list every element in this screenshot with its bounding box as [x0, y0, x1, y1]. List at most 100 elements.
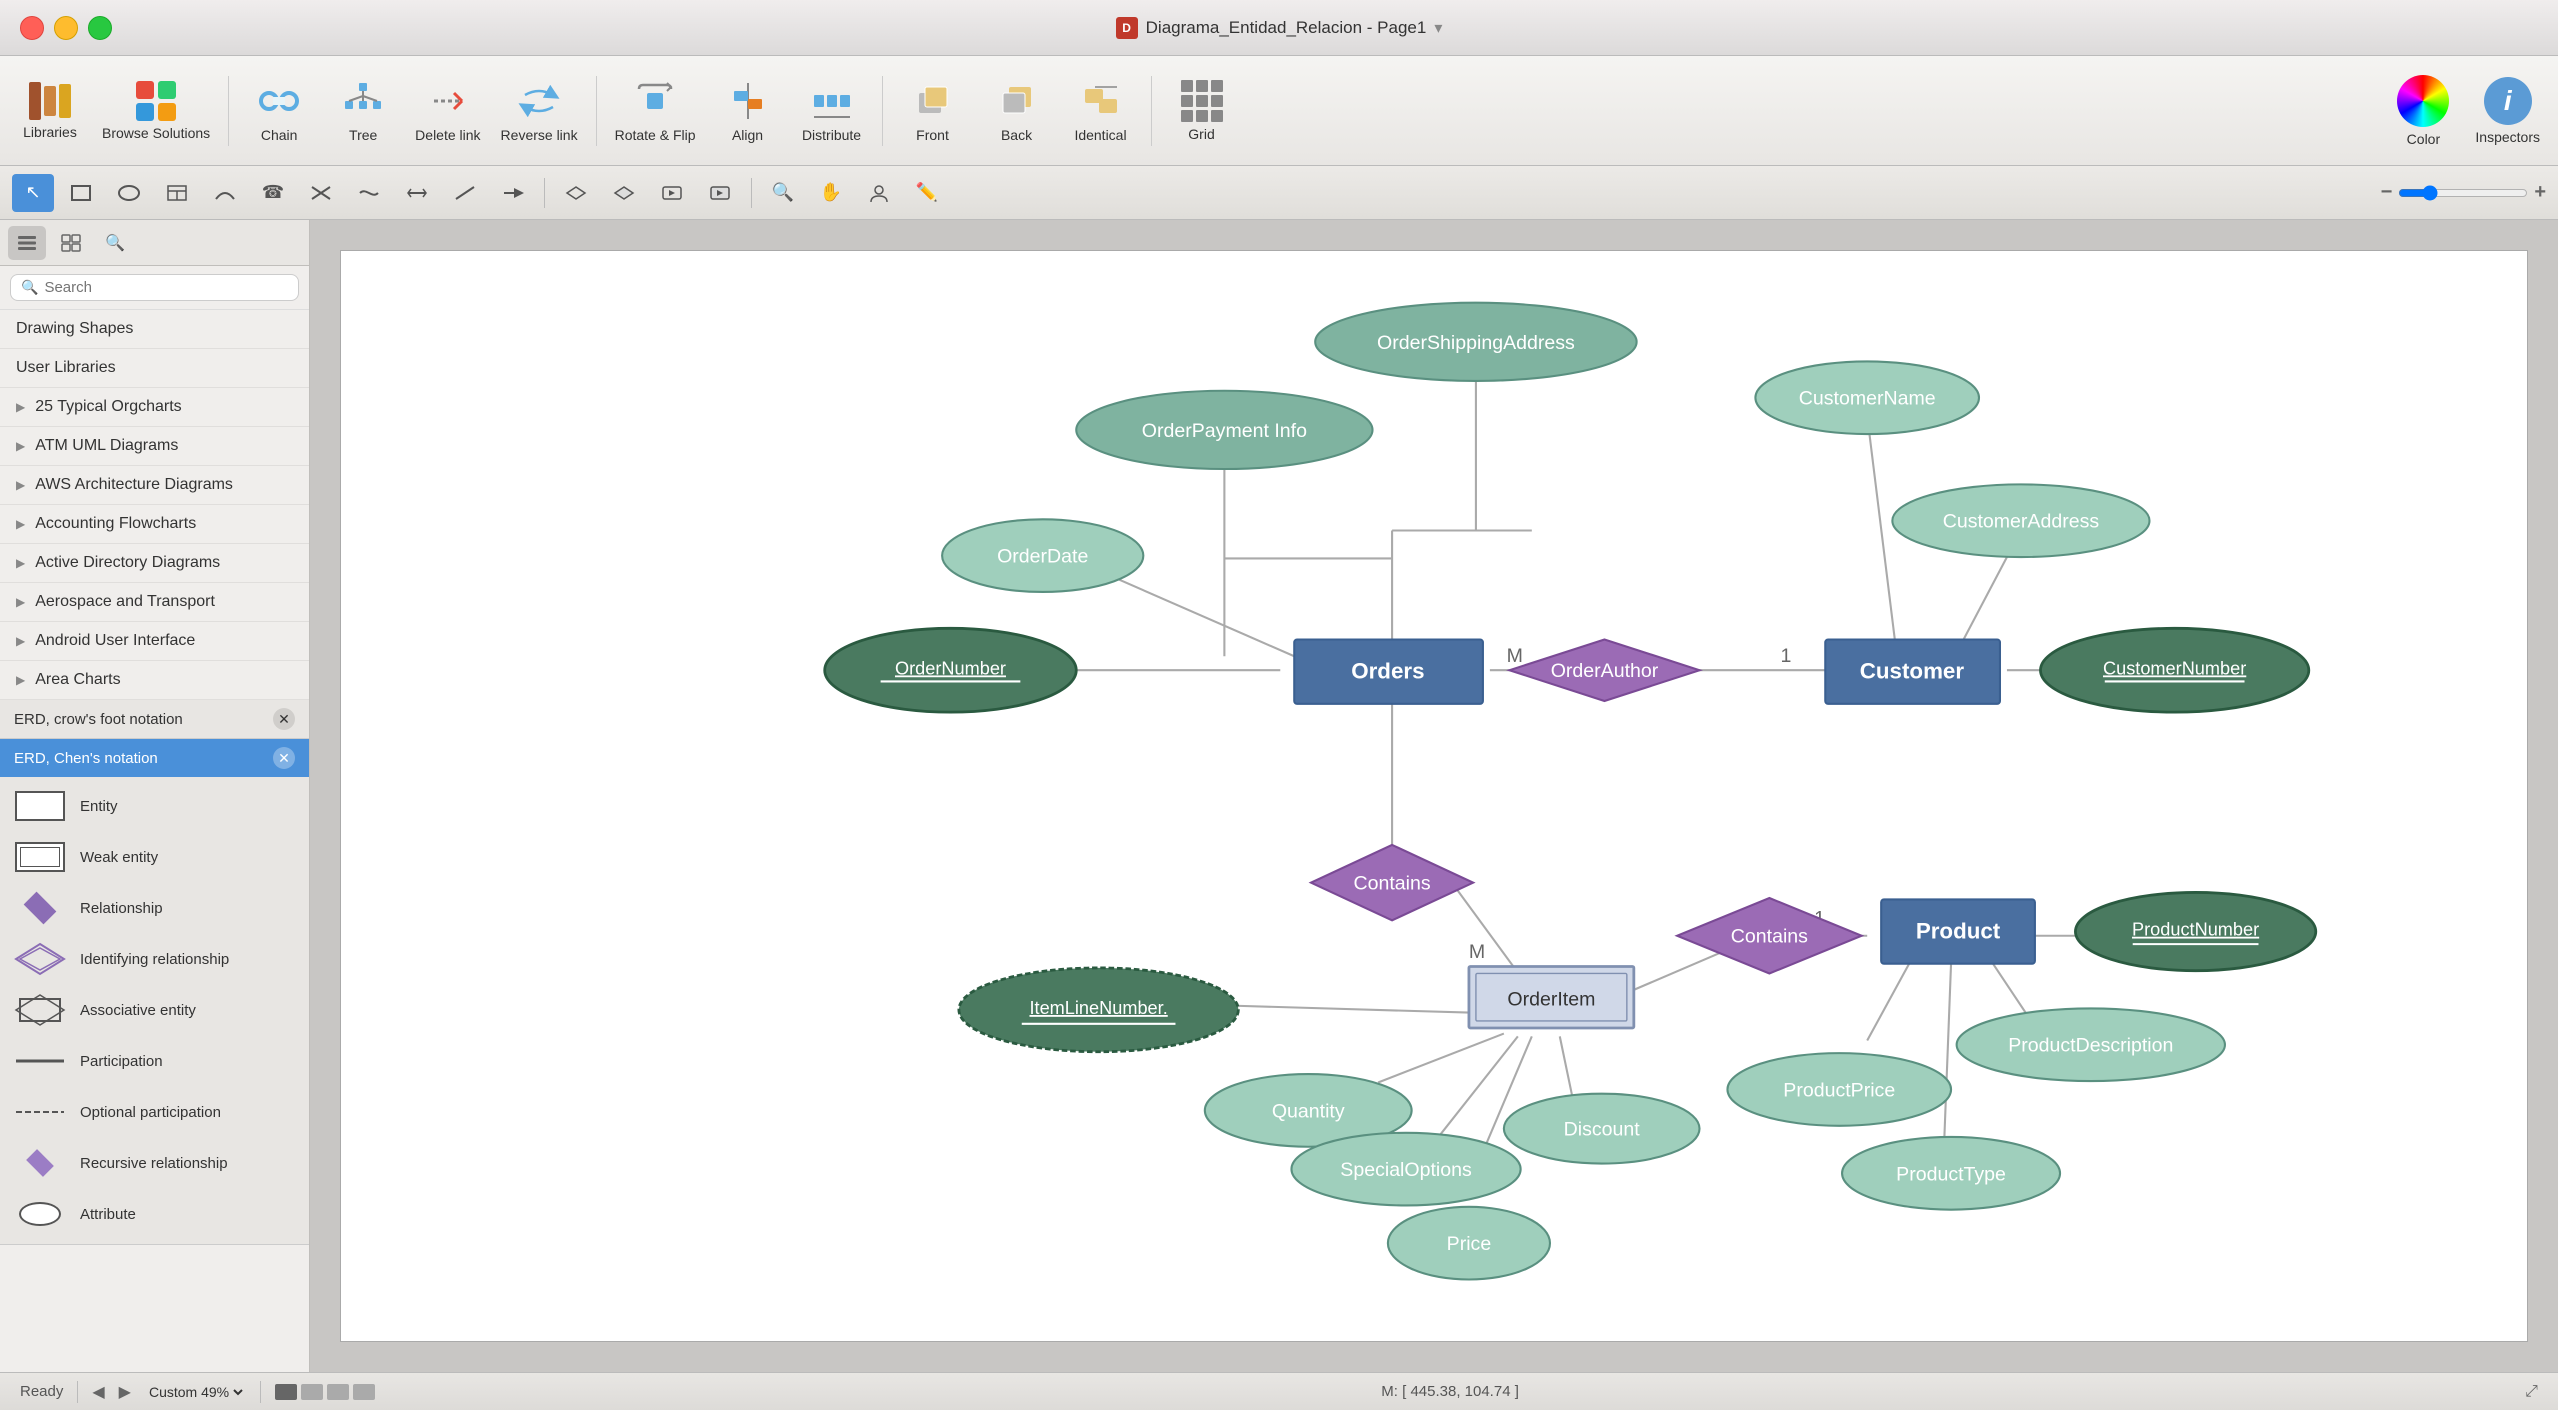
sidebar-item-label: Area Charts	[35, 671, 120, 689]
zoom-in-button[interactable]: +	[2534, 181, 2546, 204]
status-bar: Ready ◀ ▶ Custom 49% 25% 50% 75% 100% 15…	[0, 1372, 2558, 1410]
back-button[interactable]: Back	[977, 66, 1057, 156]
erd-chens-close-button[interactable]: ✕	[273, 747, 295, 769]
inspectors-button[interactable]: i Inspectors	[2467, 66, 2548, 156]
expand-button[interactable]: ⤢	[2525, 1383, 2538, 1401]
flow1-tool[interactable]	[555, 174, 597, 212]
shape-item-identifying-relationship[interactable]: Identifying relationship	[0, 934, 309, 985]
shape-item-associative-entity[interactable]: Associative entity	[0, 985, 309, 1036]
rotate-flip-button[interactable]: Rotate & Flip	[607, 66, 704, 156]
sidebar-item-aws[interactable]: ▶ AWS Architecture Diagrams	[0, 466, 309, 505]
sidebar-item-accounting[interactable]: ▶ Accounting Flowcharts	[0, 505, 309, 544]
distribute-button[interactable]: Distribute	[792, 66, 872, 156]
flow4-tool[interactable]	[699, 174, 741, 212]
inspectors-icon: i	[2484, 77, 2532, 125]
zoom-out-button[interactable]: −	[2381, 181, 2393, 204]
shape-item-recursive-relationship[interactable]: Recursive relationship	[0, 1138, 309, 1189]
shape-item-attribute[interactable]: Attribute	[0, 1189, 309, 1240]
sidebar-item-aerospace[interactable]: ▶ Aerospace and Transport	[0, 583, 309, 622]
close-button[interactable]	[20, 16, 44, 40]
browse-label: Browse Solutions	[102, 125, 210, 141]
sidebar-item-user-libraries[interactable]: User Libraries	[0, 349, 309, 388]
svg-text:Discount: Discount	[1564, 1119, 1641, 1141]
flow2-tool[interactable]	[603, 174, 645, 212]
list-view-tab[interactable]	[8, 226, 46, 260]
erd-chens-header[interactable]: ERD, Chen's notation ✕	[0, 739, 309, 777]
page-next-button[interactable]: ▶	[119, 1382, 131, 1402]
zoom-tool[interactable]: 🔍	[762, 174, 804, 212]
page-view-btn-2[interactable]	[301, 1384, 323, 1400]
sidebar-item-area-charts[interactable]: ▶ Area Charts	[0, 661, 309, 700]
tree-button[interactable]: Tree	[323, 66, 403, 156]
sidebar-item-active-dir[interactable]: ▶ Active Directory Diagrams	[0, 544, 309, 583]
front-button[interactable]: Front	[893, 66, 973, 156]
select-tool[interactable]: ↖	[12, 174, 54, 212]
zoom-select[interactable]: Custom 49% 25% 50% 75% 100% 150% 200%	[145, 1383, 246, 1401]
svg-text:OrderItem: OrderItem	[1507, 989, 1595, 1011]
shape-item-relationship[interactable]: Relationship	[0, 883, 309, 934]
shape-recursive-label: Recursive relationship	[80, 1155, 228, 1172]
grid-icon	[1181, 80, 1223, 122]
flow3-tool[interactable]	[651, 174, 693, 212]
sidebar-item-orgcharts[interactable]: ▶ 25 Typical Orgcharts	[0, 388, 309, 427]
search-input[interactable]	[44, 279, 288, 296]
shape-item-entity[interactable]: Entity	[0, 781, 309, 832]
hand-tool[interactable]: ✋	[810, 174, 852, 212]
delete-link-button[interactable]: Delete link	[407, 66, 488, 156]
toolbar-sep-1	[228, 76, 229, 146]
connect1-tool[interactable]	[204, 174, 246, 212]
titlebar: D Diagrama_Entidad_Relacion - Page1 ▾	[0, 0, 2558, 56]
line1-tool[interactable]	[444, 174, 486, 212]
chain-button[interactable]: Chain	[239, 66, 319, 156]
arrow-both-tool[interactable]	[396, 174, 438, 212]
ready-status: Ready	[20, 1383, 63, 1400]
chain-label: Chain	[261, 127, 298, 143]
arrow1-tool[interactable]	[492, 174, 534, 212]
maximize-button[interactable]	[88, 16, 112, 40]
diagram-canvas[interactable]: M 1 1 M 1 1	[340, 250, 2528, 1342]
page-view-btn-1[interactable]	[275, 1384, 297, 1400]
align-label: Align	[732, 127, 763, 143]
phone-tool[interactable]: ☎	[252, 174, 294, 212]
search-area: 🔍	[0, 266, 309, 310]
pencil-tool[interactable]: ✏️	[906, 174, 948, 212]
identical-button[interactable]: Identical	[1061, 66, 1141, 156]
page-view-btn-3[interactable]	[327, 1384, 349, 1400]
sidebar-item-android[interactable]: ▶ Android User Interface	[0, 622, 309, 661]
connect2-tool[interactable]	[300, 174, 342, 212]
connect3-tool[interactable]	[348, 174, 390, 212]
table-tool[interactable]	[156, 174, 198, 212]
user-tool[interactable]	[858, 174, 900, 212]
sidebar-item-atm-uml[interactable]: ▶ ATM UML Diagrams	[0, 427, 309, 466]
ellipse-tool[interactable]	[108, 174, 150, 212]
libraries-button[interactable]: Libraries	[10, 66, 90, 156]
canvas-area[interactable]: M 1 1 M 1 1	[310, 220, 2558, 1372]
toolbar-sep-3	[882, 76, 883, 146]
sidebar-item-label: User Libraries	[16, 359, 116, 377]
browse-solutions-button[interactable]: Browse Solutions	[94, 66, 218, 156]
rect-tool[interactable]	[60, 174, 102, 212]
title-text: Diagrama_Entidad_Relacion - Page1	[1146, 18, 1427, 38]
assoc-preview	[14, 993, 66, 1027]
sidebar-item-drawing-shapes[interactable]: Drawing Shapes	[0, 310, 309, 349]
identical-icon	[1079, 79, 1123, 123]
shape-item-participation[interactable]: Participation	[0, 1036, 309, 1087]
search-tab[interactable]: 🔍	[96, 226, 134, 260]
grid-button[interactable]: Grid	[1162, 66, 1242, 156]
minimize-button[interactable]	[54, 16, 78, 40]
align-button[interactable]: Align	[708, 66, 788, 156]
shape-entity-label: Entity	[80, 798, 118, 815]
page-view-btn-4[interactable]	[353, 1384, 375, 1400]
shape-item-optional-participation[interactable]: Optional participation	[0, 1087, 309, 1138]
zoom-slider[interactable]	[2398, 185, 2528, 201]
grid-view-tab[interactable]	[52, 226, 90, 260]
color-button[interactable]: Color	[2383, 66, 2463, 156]
toolbar-sep-2	[596, 76, 597, 146]
shape-assoc-label: Associative entity	[80, 1002, 196, 1019]
reverse-link-button[interactable]: Reverse link	[493, 66, 586, 156]
erd-crows-header[interactable]: ERD, crow's foot notation ✕	[0, 700, 309, 738]
dropdown-arrow[interactable]: ▾	[1434, 18, 1442, 38]
page-prev-button[interactable]: ◀	[92, 1382, 104, 1402]
erd-crows-close-button[interactable]: ✕	[273, 708, 295, 730]
shape-item-weak-entity[interactable]: Weak entity	[0, 832, 309, 883]
